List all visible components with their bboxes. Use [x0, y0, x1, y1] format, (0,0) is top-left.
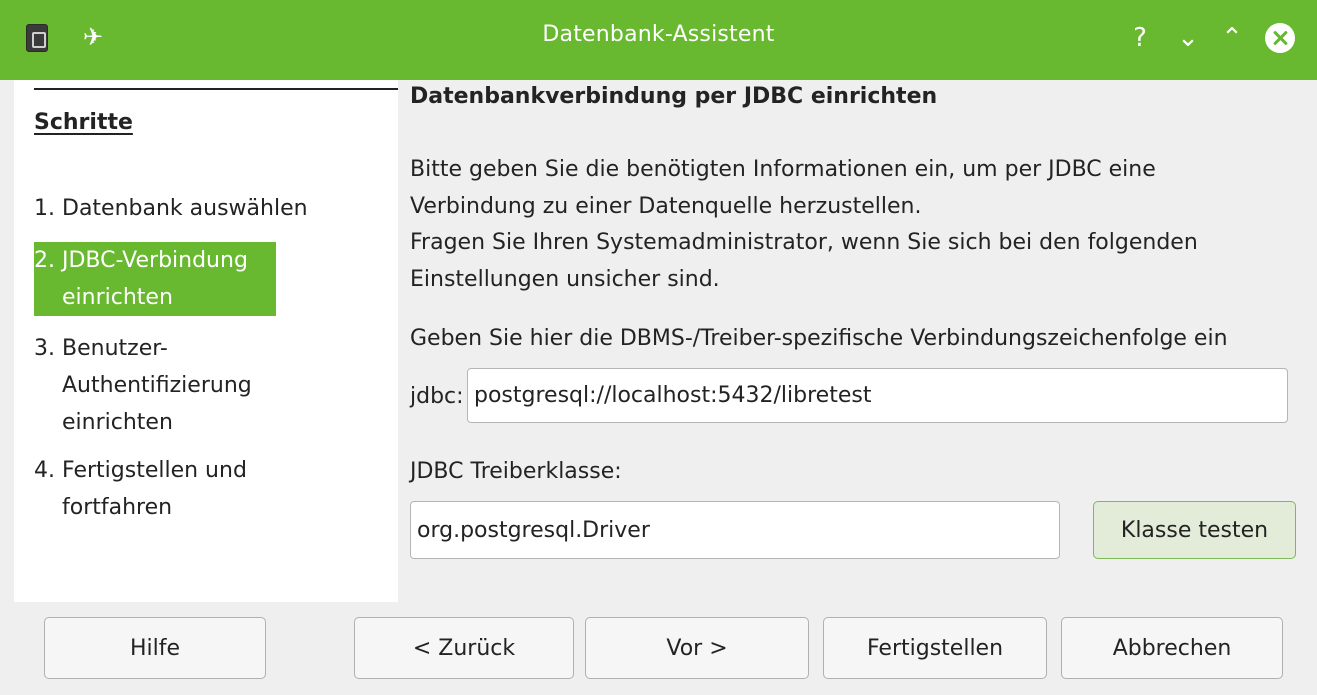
roadmap-step-select-database[interactable]: 1. Datenbank auswählen — [34, 190, 374, 227]
back-button[interactable]: < Zurück — [354, 617, 574, 679]
step-number: 1. — [34, 196, 55, 221]
step-label: JDBC-Verbindung einrichten — [62, 248, 248, 310]
roadmap-step-user-authentication[interactable]: 3. Benutzer- Authentifizierung einrichte… — [34, 330, 334, 441]
help-button[interactable]: Hilfe — [44, 617, 266, 679]
step-number: 2. — [34, 248, 55, 273]
connection-string-label: Geben Sie hier die DBMS-/Treiber-spezifi… — [410, 326, 1228, 351]
help-icon[interactable]: ? — [1120, 18, 1160, 58]
next-button[interactable]: Vor > — [585, 617, 809, 679]
jdbc-prefix-label: jdbc: — [410, 384, 464, 409]
step-label: Datenbank auswählen — [62, 196, 308, 221]
connection-url-input[interactable] — [467, 368, 1288, 423]
step-label: Benutzer- Authentifizierung einrichten — [62, 336, 252, 435]
roadmap-panel: Schritte 1. Datenbank auswählen 2. JDBC-… — [14, 80, 398, 602]
close-icon — [1265, 23, 1295, 53]
roadmap-step-finish[interactable]: 4. Fertigstellen und fortfahren — [34, 452, 334, 526]
driver-class-label: JDBC Treiberklasse: — [410, 459, 622, 484]
step-label: Fertigstellen und fortfahren — [62, 458, 247, 520]
step-number: 4. — [34, 458, 55, 483]
page-description: Bitte geben Sie die benötigten Informati… — [410, 157, 1198, 292]
maximize-icon[interactable]: ⌃ — [1212, 18, 1252, 58]
roadmap-heading: Schritte — [34, 110, 133, 135]
step-number: 3. — [34, 336, 55, 361]
test-class-button[interactable]: Klasse testen — [1093, 501, 1296, 559]
roadmap-divider — [34, 88, 398, 90]
roadmap-step-jdbc-connection[interactable]: 2. JDBC-Verbindung einrichten — [34, 242, 276, 316]
finish-button[interactable]: Fertigstellen — [823, 617, 1047, 679]
close-button[interactable] — [1260, 18, 1300, 58]
driver-class-input[interactable] — [410, 501, 1060, 559]
page-content: Datenbankverbindung per JDBC einrichten … — [410, 80, 1300, 602]
page-title: Datenbankverbindung per JDBC einrichten — [410, 84, 938, 109]
cancel-button[interactable]: Abbrechen — [1061, 617, 1283, 679]
minimize-icon[interactable]: ⌄ — [1168, 18, 1208, 58]
title-bar: ✈ Datenbank-Assistent ? ⌄ ⌃ — [0, 0, 1317, 80]
